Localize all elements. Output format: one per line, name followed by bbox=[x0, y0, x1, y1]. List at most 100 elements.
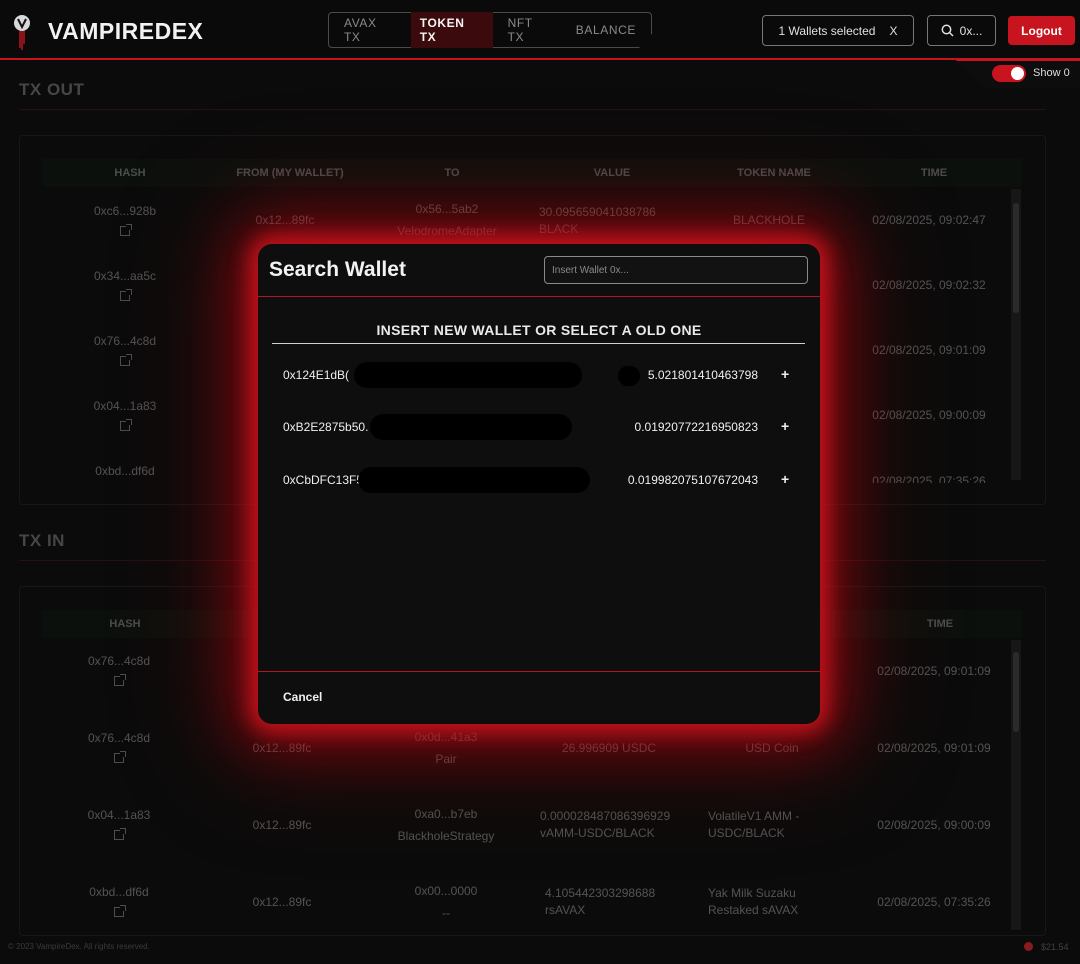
tab-nft-tx[interactable]: NFT TX bbox=[499, 12, 561, 48]
table-row-to: 0x56...5ab2 VelodromeAdapter bbox=[397, 202, 497, 238]
add-wallet-icon[interactable]: + bbox=[781, 366, 789, 382]
table-row-time: 02/08/2025, 07:35:26 bbox=[877, 895, 991, 909]
table-row-hash[interactable]: 0xbd...df6d bbox=[60, 463, 190, 480]
col-to: TO bbox=[444, 167, 460, 179]
col-time: TIME bbox=[926, 618, 954, 630]
logout-button[interactable]: Logout bbox=[1008, 16, 1075, 45]
search-wallet-label: 0x... bbox=[959, 23, 983, 38]
footer-copyright: © 2023 VampireDex. All rights reserved. bbox=[8, 942, 150, 951]
tx-out-title: TX OUT bbox=[19, 80, 85, 99]
external-link-icon[interactable] bbox=[120, 289, 132, 301]
table-row-from: 0x12...89fc bbox=[255, 213, 315, 227]
table-row-time: 02/08/2025, 09:01:09 bbox=[877, 664, 991, 678]
main-nav: AVAX TX TOKEN TX NFT TX BALANCE bbox=[328, 12, 652, 48]
table-row-hash[interactable]: 0x76...4c8d bbox=[60, 333, 190, 371]
table-row-time: 02/08/2025, 09:02:32 bbox=[872, 278, 986, 292]
external-link-icon[interactable] bbox=[120, 419, 132, 431]
table-row-to: 0xa0...b7eb BlackholeStrategy bbox=[397, 807, 495, 843]
table-row-time: 02/08/2025, 09:00:09 bbox=[872, 408, 986, 422]
tx-in-scrollbar[interactable] bbox=[1011, 640, 1021, 930]
tab-avax-tx[interactable]: AVAX TX bbox=[335, 12, 405, 48]
modal-heading-rule bbox=[272, 343, 805, 344]
redaction-mark bbox=[618, 366, 640, 386]
tx-out-rule bbox=[19, 109, 1046, 110]
external-link-icon[interactable] bbox=[114, 751, 126, 763]
wallet-balance: 0.01920772216950823 bbox=[634, 420, 758, 434]
table-row-to: 0x0d...41a3 Pair bbox=[414, 730, 478, 766]
table-row-from: 0x12...89fc bbox=[252, 895, 312, 909]
tab-token-tx[interactable]: TOKEN TX bbox=[410, 12, 493, 48]
tab-balance[interactable]: BALANCE bbox=[567, 17, 645, 43]
gas-icon bbox=[1024, 942, 1033, 951]
table-row-time: 02/08/2025, 09:01:09 bbox=[872, 343, 986, 357]
search-wallet-modal: Search Wallet INSERT NEW WALLET OR SELEC… bbox=[258, 244, 820, 724]
col-hash: HASH bbox=[114, 167, 146, 179]
show-toggle[interactable] bbox=[992, 65, 1026, 82]
external-link-icon[interactable] bbox=[114, 828, 126, 840]
table-row-hash[interactable]: 0x04...1a83 bbox=[60, 398, 190, 436]
modal-heading: INSERT NEW WALLET OR SELECT A OLD ONE bbox=[376, 322, 702, 338]
table-row-value: 0.000028487086396929 vAMM-USDC/BLACK bbox=[540, 809, 671, 840]
external-link-icon[interactable] bbox=[114, 905, 126, 917]
clear-wallets-icon[interactable]: X bbox=[889, 24, 897, 38]
wallet-address: 0xB2E2875b50. bbox=[283, 420, 369, 434]
table-row-from: 0x12...89fc bbox=[252, 818, 312, 832]
add-wallet-icon[interactable]: + bbox=[781, 418, 789, 434]
search-wallet-button[interactable]: 0x... bbox=[927, 15, 996, 46]
wallets-selected-label: 1 Wallets selected bbox=[778, 23, 876, 38]
wallet-address: 0xCbDFC13F5 bbox=[283, 473, 364, 487]
table-row-token: Yak Milk Suzaku Restaked sAVAX bbox=[708, 886, 799, 917]
tx-out-table-header: HASH FROM (MY WALLET) TO VALUE TOKEN NAM… bbox=[42, 159, 1022, 187]
brand-name: VAMPIREDEX bbox=[48, 18, 204, 44]
vampire-logo-icon bbox=[14, 15, 30, 50]
wallets-selected-button[interactable]: 1 Wallets selected X bbox=[762, 15, 914, 46]
modal-divider-top bbox=[258, 296, 820, 297]
table-row-time: 02/08/2025, 07:35:26 bbox=[872, 474, 986, 483]
footer-gas-price: $21.54 bbox=[1041, 942, 1069, 952]
table-row-value: 30.095659041038786 BLACK bbox=[539, 205, 656, 236]
wallet-list-item[interactable]: 0xCbDFC13F5 0.019982075107672043 + bbox=[258, 467, 820, 495]
add-wallet-icon[interactable]: + bbox=[781, 471, 789, 487]
col-token-name: TOKEN NAME bbox=[737, 167, 811, 179]
table-row-hash[interactable]: 0xc6...928b bbox=[60, 203, 190, 241]
table-row-time: 02/08/2025, 09:02:47 bbox=[872, 213, 986, 227]
redaction-mark bbox=[358, 467, 590, 493]
redaction-mark bbox=[354, 362, 582, 388]
modal-divider-bottom bbox=[258, 671, 820, 672]
col-time: TIME bbox=[920, 167, 948, 179]
redaction-mark bbox=[370, 414, 572, 440]
table-row-value: 26.996909 USDC bbox=[561, 741, 657, 755]
cancel-button[interactable]: Cancel bbox=[283, 690, 322, 704]
table-row-token: BLACKHOLE bbox=[732, 213, 806, 227]
wallet-search-input[interactable] bbox=[544, 256, 808, 284]
col-hash: HASH bbox=[109, 618, 141, 630]
tx-out-scrollbar[interactable] bbox=[1011, 189, 1021, 480]
table-row-value: 4.105442303298688 rsAVAX bbox=[545, 886, 656, 917]
top-header: VAMPIREDEX AVAX TX TOKEN TX NFT TX BALAN… bbox=[0, 0, 1080, 60]
wallet-address: 0x124E1dB( bbox=[283, 368, 350, 382]
table-row-hash[interactable]: 0x76...4c8d bbox=[54, 653, 184, 691]
wallet-list-item[interactable]: 0xB2E2875b50. 0.01920772216950823 + bbox=[258, 414, 820, 442]
table-row-token: USD Coin bbox=[745, 741, 799, 755]
wallet-balance: 5.021801410463798 bbox=[647, 368, 758, 382]
tx-in-title: TX IN bbox=[19, 531, 65, 550]
table-row-time: 02/08/2025, 09:01:09 bbox=[877, 741, 991, 755]
col-from: FROM (MY WALLET) bbox=[236, 167, 344, 179]
external-link-icon[interactable] bbox=[120, 354, 132, 366]
search-icon bbox=[941, 24, 954, 37]
table-row-hash[interactable]: 0x76...4c8d bbox=[54, 730, 184, 768]
table-row-hash[interactable]: 0x04...1a83 bbox=[54, 807, 184, 845]
col-value: VALUE bbox=[593, 167, 631, 179]
table-row-from: 0x12...89fc bbox=[252, 741, 312, 755]
external-link-icon[interactable] bbox=[120, 224, 132, 236]
wallet-balance: 0.019982075107672043 bbox=[627, 473, 758, 487]
table-row-hash[interactable]: 0xbd...df6d bbox=[54, 884, 184, 922]
modal-title: Search Wallet bbox=[269, 258, 406, 281]
table-row-token: VolatileV1 AMM - USDC/BLACK bbox=[708, 809, 800, 840]
table-row-time: 02/08/2025, 09:00:09 bbox=[877, 818, 991, 832]
external-link-icon[interactable] bbox=[114, 674, 126, 686]
show-toggle-label: Show 0 bbox=[1033, 67, 1070, 79]
wallet-list-item[interactable]: 0x124E1dB( 5.021801410463798 + bbox=[258, 362, 820, 390]
table-row-hash[interactable]: 0x34...aa5c bbox=[60, 268, 190, 306]
table-row-to: 0x00...0000 -- bbox=[414, 884, 478, 920]
